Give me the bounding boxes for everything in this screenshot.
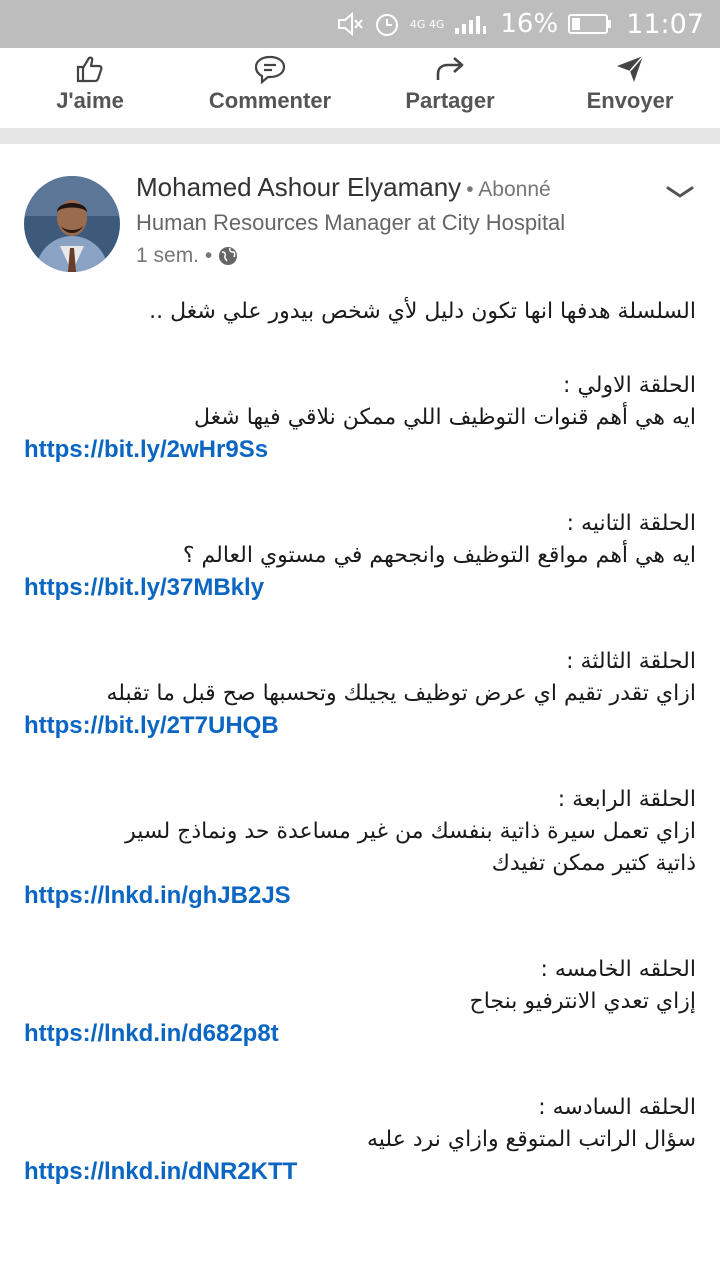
send-icon <box>614 54 646 84</box>
alarm-icon <box>374 11 400 37</box>
episode-link[interactable]: https://lnkd.in/dNR2KTT <box>24 1156 696 1188</box>
episode-title: الحلقة الاولي : <box>563 373 696 398</box>
episode-title: الحلقه الخامسه : <box>540 957 696 982</box>
post-intro: السلسلة هدفها انها تكون دليل لأي شخص بيد… <box>149 299 696 324</box>
episode-link[interactable]: https://bit.ly/2T7UHQB <box>24 710 696 742</box>
episode-6: الحلقه السادسه : سؤال الراتب المتوقع واز… <box>24 1092 696 1188</box>
author-headline: Human Resources Manager at City Hospital <box>136 210 566 235</box>
episode-2: الحلقة التانيه : ايه هي أهم مواقع التوظي… <box>24 508 696 604</box>
status-bar: 4G 4G 16% 11:07 <box>0 0 720 48</box>
follow-status: • Abonné <box>466 178 551 201</box>
post-action-bar: J'aime Commenter Partager Envoyer <box>0 48 720 128</box>
network-type: 4G 4G <box>409 17 445 31</box>
comment-label: Commenter <box>208 88 332 113</box>
author-line: Mohamed Ashour Elyamany • Abonné <box>136 172 551 203</box>
episode-link[interactable]: https://lnkd.in/ghJB2JS <box>24 880 696 912</box>
episode-description: سؤال الراتب المتوقع وازاي نرد عليه <box>366 1127 696 1152</box>
signal-icon <box>454 12 488 36</box>
share-label: Partager <box>405 88 495 113</box>
episode-3: الحلقة الثالثة : ازاي تقدر تقيم اي عرض ت… <box>24 646 696 742</box>
episode-description: إزاي تعدي الانترفيو بنجاح <box>469 989 697 1014</box>
author-avatar[interactable] <box>24 176 120 272</box>
share-button[interactable]: Partager <box>360 48 540 128</box>
episode-4: الحلقة الرابعة : ازاي تعمل سيرة ذاتية بن… <box>24 784 696 912</box>
post-time: 1 sem. • <box>136 244 213 267</box>
post-options-chevron-icon[interactable] <box>664 180 696 204</box>
episode-description: ازاي تقدر تقيم اي عرض توظيف يجيلك وتحسبه… <box>106 681 696 706</box>
episode-description: ذاتية كتير ممكن تفيدك <box>491 851 696 876</box>
post-meta: 1 sem. • <box>136 244 238 268</box>
episode-description: ازاي تعمل سيرة ذاتية بنفسك من غير مساعدة… <box>125 819 696 844</box>
episode-title: الحلقة التانيه : <box>566 511 696 536</box>
send-button[interactable]: Envoyer <box>540 48 720 128</box>
globe-icon <box>218 246 238 266</box>
episode-link[interactable]: https://bit.ly/37MBkly <box>24 572 696 604</box>
episode-title: الحلقه السادسه : <box>538 1095 696 1120</box>
like-button[interactable]: J'aime <box>0 48 180 128</box>
episode-link[interactable]: https://lnkd.in/d682p8t <box>24 1018 696 1050</box>
battery-icon <box>568 13 612 35</box>
episode-1: الحلقة الاولي : ايه هي أهم قنوات التوظيف… <box>24 370 696 466</box>
clock-time: 11:07 <box>626 8 704 40</box>
feed-separator <box>0 128 720 144</box>
send-label: Envoyer <box>586 88 674 113</box>
post-header: Mohamed Ashour Elyamany • Abonné Human R… <box>24 172 704 272</box>
episode-title: الحلقة الرابعة : <box>557 787 696 812</box>
comment-icon <box>253 54 287 84</box>
episode-description: ايه هي أهم قنوات التوظيف اللي ممكن نلاقي… <box>194 405 696 430</box>
post-body: السلسلة هدفها انها تكون دليل لأي شخص بيد… <box>24 296 696 1188</box>
episode-link[interactable]: https://bit.ly/2wHr9Ss <box>24 434 696 466</box>
battery-percent: 16% <box>500 9 559 39</box>
thumbs-up-icon <box>74 54 106 84</box>
like-label: J'aime <box>56 88 124 113</box>
author-name[interactable]: Mohamed Ashour Elyamany <box>136 172 461 202</box>
comment-button[interactable]: Commenter <box>180 48 360 128</box>
episode-title: الحلقة الثالثة : <box>566 649 696 674</box>
episode-description: ايه هي أهم مواقع التوظيف وانجحهم في مستو… <box>182 543 696 568</box>
share-arrow-icon <box>433 54 467 84</box>
mute-icon <box>336 11 364 37</box>
episode-5: الحلقه الخامسه : إزاي تعدي الانترفيو بنج… <box>24 954 696 1050</box>
